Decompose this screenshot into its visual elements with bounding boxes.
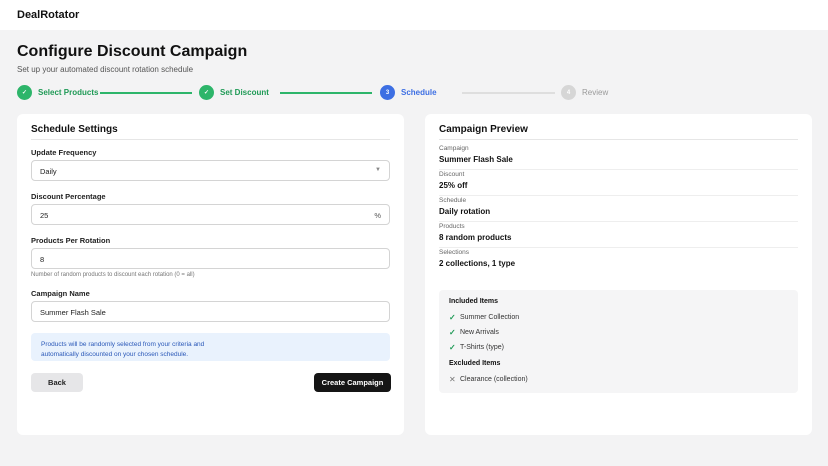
preview-value: Daily rotation [439,207,491,216]
frequency-value: Daily [40,167,57,176]
preview-key: Discount [439,171,465,178]
preview-key: Selections [439,249,469,256]
check-icon: ✓ [449,342,456,352]
back-button[interactable]: Back [31,373,83,392]
preview-row-campaign: Campaign Summer Flash Sale [439,144,798,170]
products-per-rotation-label: Products Per Rotation [31,236,111,245]
preview-value: 8 random products [439,233,512,242]
products-help-text: Number of random products to discount ea… [31,272,195,278]
brand-logo[interactable]: DealRotator [17,9,79,21]
step-label: Set Discount [220,88,269,97]
check-icon: ✓ [17,85,32,100]
included-item: ✓ T-Shirts (type) [449,342,504,352]
preview-row-discount: Discount 25% off [439,170,798,196]
preview-row-selections: Selections 2 collections, 1 type [439,248,798,274]
preview-value: Summer Flash Sale [439,155,513,164]
page-subtitle: Set up your automated discount rotation … [17,65,194,74]
step-label: Select Products [38,88,99,97]
step-connector [280,92,372,94]
check-icon: ✓ [199,85,214,100]
excluded-item: ✕ Clearance (collection) [449,374,528,384]
step-schedule[interactable]: 3 Schedule [380,85,437,100]
included-item: ✓ Summer Collection [449,312,520,322]
discount-value: 25 [40,211,49,220]
excluded-items-heading: Excluded Items [449,360,501,367]
discount-percentage-input[interactable]: 25 % [31,204,390,225]
campaign-preview-card: Campaign Preview Campaign Summer Flash S… [425,114,812,435]
preview-key: Schedule [439,197,467,204]
close-icon: ✕ [449,374,456,384]
step-number: 4 [561,85,576,100]
check-icon: ✓ [449,312,456,322]
preview-row-products: Products 8 random products [439,222,798,248]
preview-value: 25% off [439,181,468,190]
create-campaign-button[interactable]: Create Campaign [314,373,391,392]
step-label: Schedule [401,88,437,97]
included-item: ✓ New Arrivals [449,327,499,337]
info-text: Products will be randomly selected from … [41,341,205,358]
chevron-down-icon: ▼ [375,167,381,173]
campaign-name-value: Summer Flash Sale [40,308,106,317]
frequency-label: Update Frequency [31,148,97,157]
page-title: Configure Discount Campaign [17,43,248,60]
frequency-select[interactable]: Daily ▼ [31,160,390,181]
progress-stepper: ✓ Select Products ✓ Set Discount 3 Sched… [17,85,812,101]
products-per-rotation-input[interactable]: 8 [31,248,390,269]
campaign-name-label: Campaign Name [31,289,90,298]
card-title: Schedule Settings [31,124,118,135]
products-value: 8 [40,255,45,264]
card-title: Campaign Preview [439,124,528,135]
step-number: 3 [380,85,395,100]
step-review[interactable]: 4 Review [561,85,608,100]
items-summary-box: Included Items ✓ Summer Collection ✓ New… [439,290,798,393]
step-set-discount[interactable]: ✓ Set Discount [199,85,269,100]
preview-key: Products [439,223,465,230]
info-alert: Products will be randomly selected from … [31,333,390,361]
preview-key: Campaign [439,145,469,152]
step-select-products[interactable]: ✓ Select Products [17,85,98,100]
divider [439,139,798,140]
percent-suffix: % [374,211,381,220]
step-connector [462,92,555,94]
step-label: Review [582,88,609,97]
check-icon: ✓ [449,327,456,337]
preview-row-schedule: Schedule Daily rotation [439,196,798,222]
top-bar: DealRotator [0,0,828,30]
discount-label: Discount Percentage [31,192,106,201]
step-connector [100,92,192,94]
campaign-name-input[interactable]: Summer Flash Sale [31,301,390,322]
preview-value: 2 collections, 1 type [439,259,516,268]
included-items-heading: Included Items [449,298,499,305]
divider [31,139,390,140]
schedule-settings-card: Schedule Settings Update Frequency Daily… [17,114,404,435]
